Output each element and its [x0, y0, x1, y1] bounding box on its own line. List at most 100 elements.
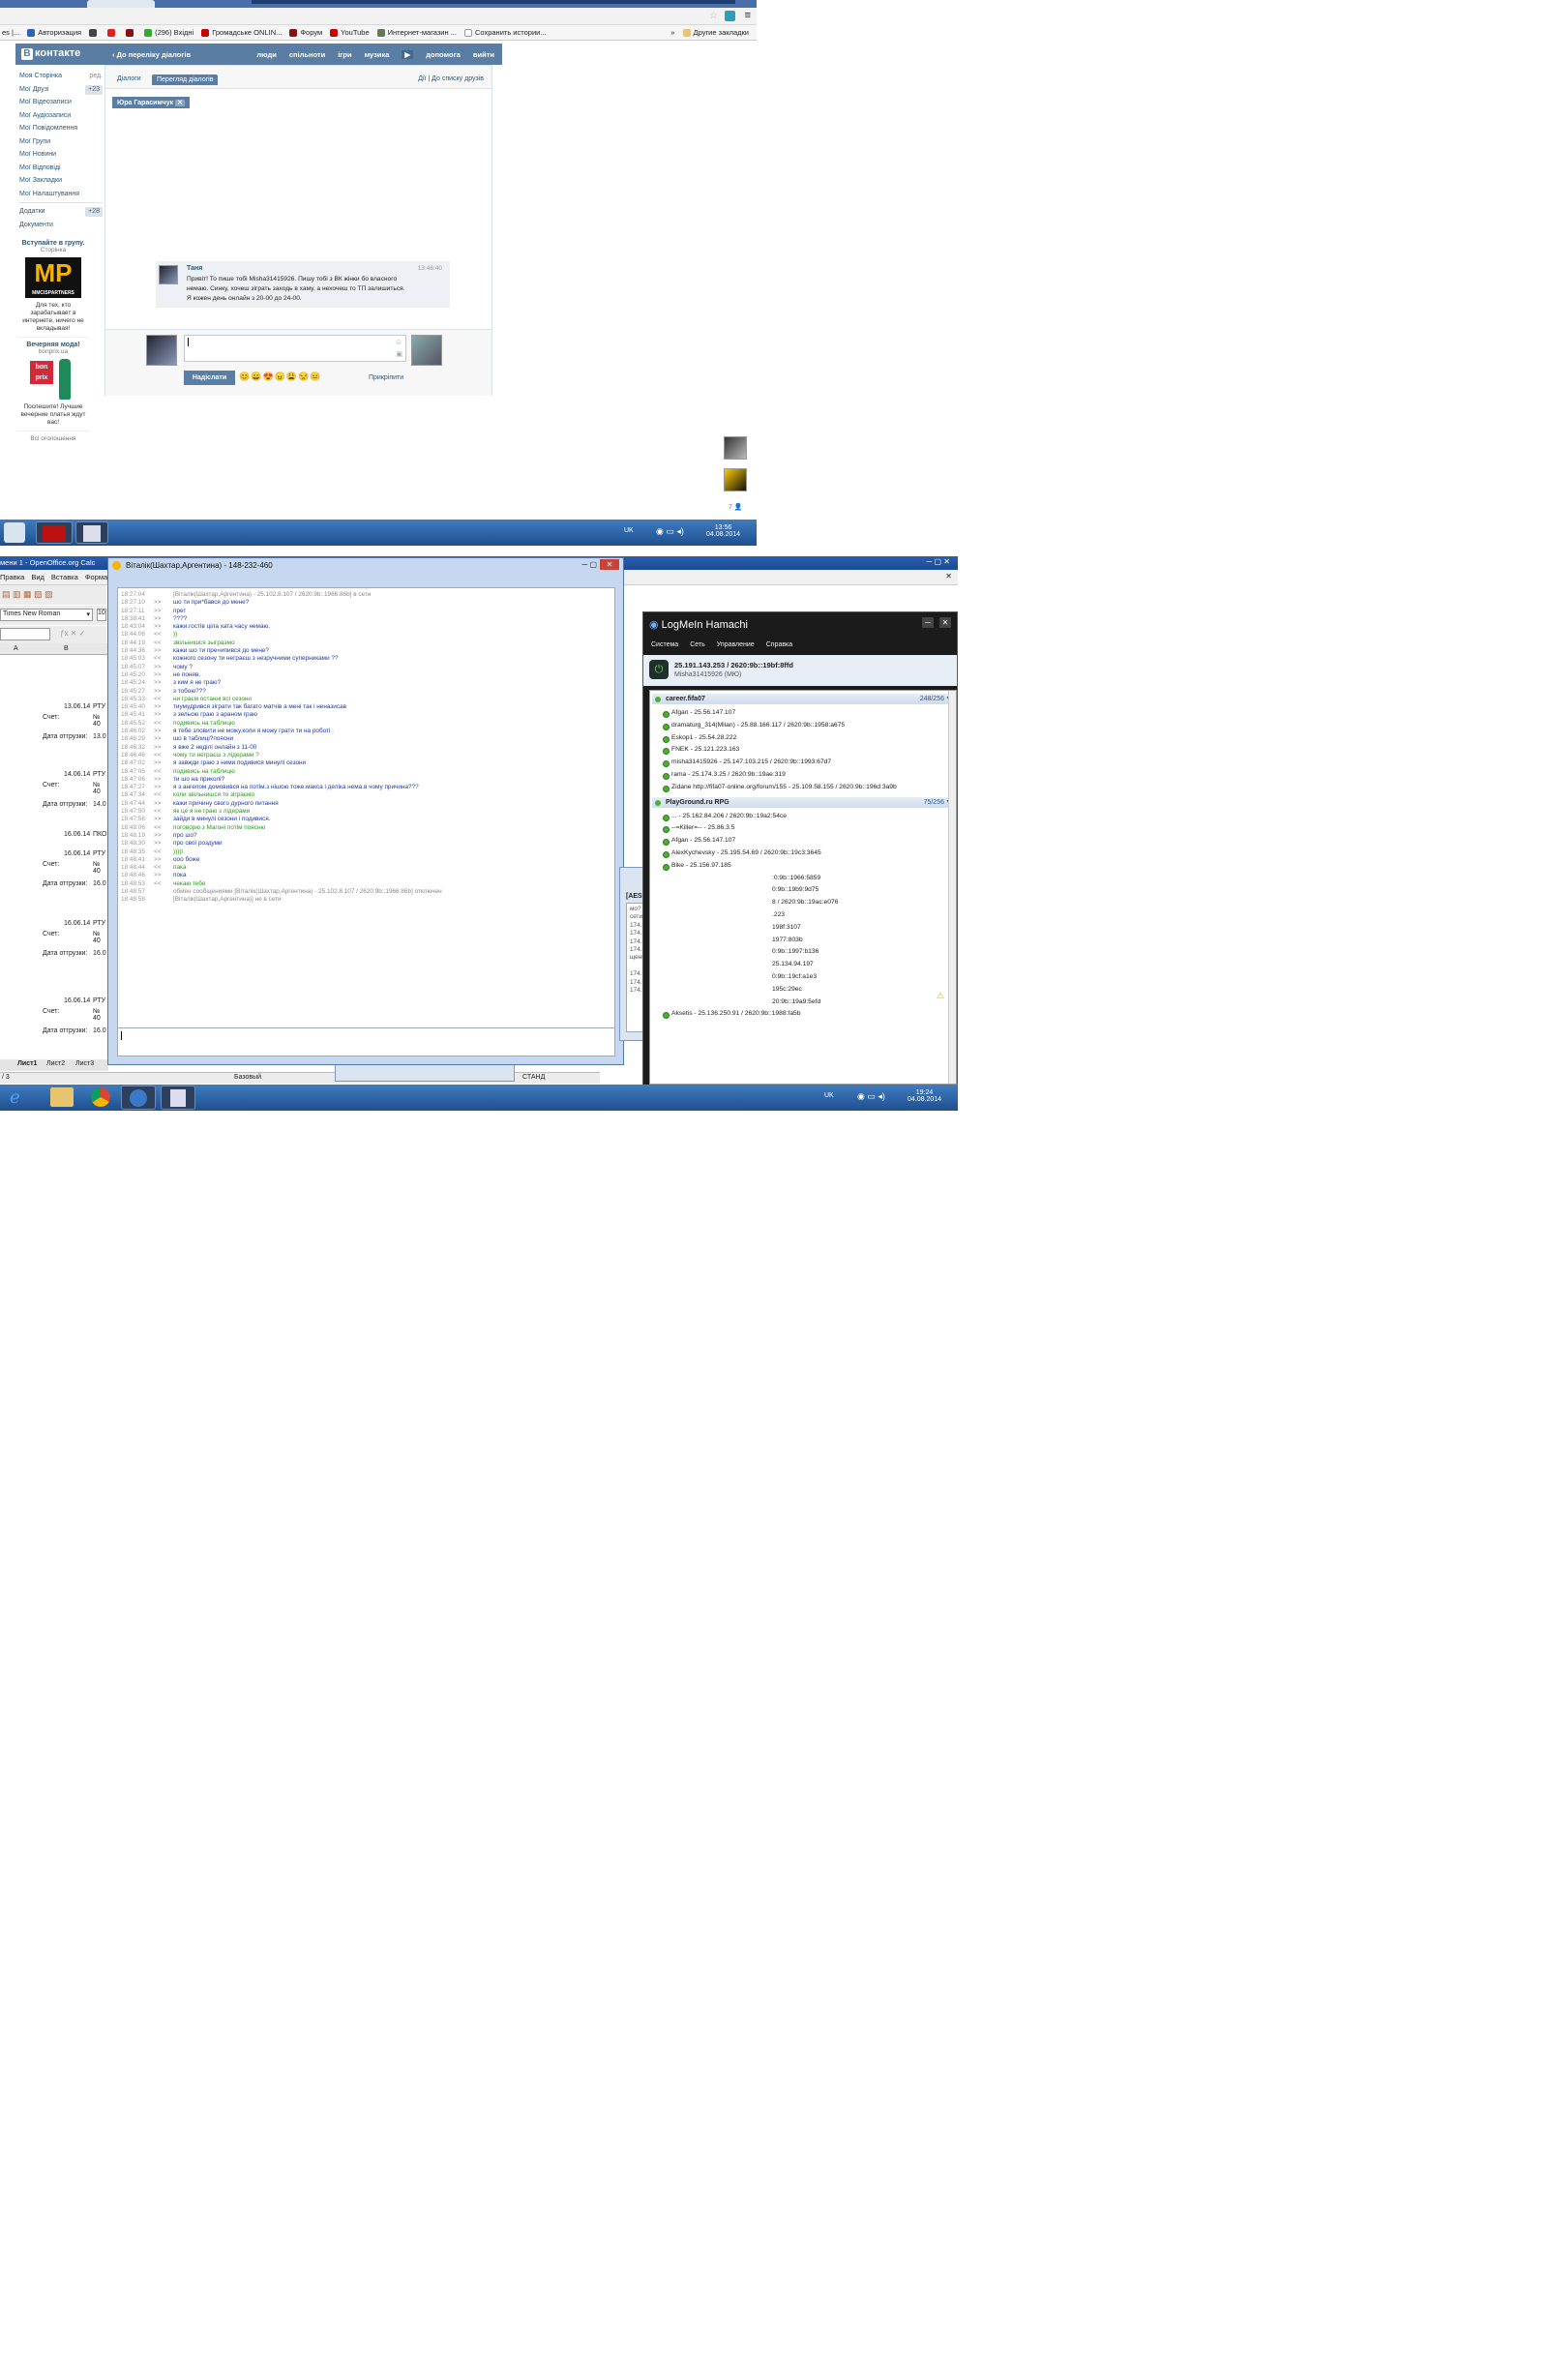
- star-icon[interactable]: ☆: [709, 11, 718, 21]
- sidebar-item-audio[interactable]: Мої Аудіозаписи: [19, 109, 103, 123]
- explorer-icon[interactable]: [50, 1087, 74, 1107]
- clock[interactable]: 19:24 04.08.2014: [908, 1089, 941, 1103]
- scrollbar[interactable]: [948, 691, 956, 1084]
- online-count[interactable]: 7 👤: [729, 503, 743, 511]
- start-icon[interactable]: [4, 522, 25, 543]
- close-button[interactable]: ✕: [600, 559, 619, 570]
- bookmark-5[interactable]: Интернет-магазин ...: [376, 28, 457, 37]
- language-indicator[interactable]: UK: [624, 527, 634, 534]
- peer-item[interactable]: Afgan - 25.56.147.107: [650, 707, 956, 720]
- avatar[interactable]: [159, 265, 178, 284]
- network-group[interactable]: career.fifa07248/256▼: [652, 694, 954, 704]
- bookmark-6[interactable]: Сохранить истории...: [463, 28, 547, 37]
- bookmark-3[interactable]: Форум: [289, 28, 322, 37]
- peer-chip[interactable]: Юра Гарасимчук ✕: [112, 97, 190, 108]
- menu-view[interactable]: Вид: [31, 573, 45, 581]
- menu-system[interactable]: Система: [651, 641, 678, 648]
- warning-icon[interactable]: ⚠: [937, 991, 944, 1001]
- toolbar-icons[interactable]: ▤ ▥ ▦ ▧ ▨: [2, 589, 53, 600]
- extension-icon[interactable]: [725, 11, 735, 21]
- peer-item[interactable]: --=Killer=-- - 25.86.3.5: [650, 822, 956, 835]
- font-select[interactable]: Times New Roman ▾: [0, 609, 93, 621]
- chrome-icon[interactable]: [91, 1087, 110, 1107]
- smile-icon[interactable]: ☺: [395, 338, 402, 346]
- peer-item[interactable]: FNEK - 25.121.223.163: [650, 744, 956, 757]
- font-size-select[interactable]: 10: [97, 609, 106, 621]
- sheet-tab-1[interactable]: Лист1: [17, 1060, 37, 1067]
- taskbar-app-calc[interactable]: [75, 521, 108, 544]
- menu-help[interactable]: Справка: [766, 641, 792, 648]
- online-friend-avatar[interactable]: [724, 468, 747, 491]
- bookmark-1[interactable]: (296) Вхідні: [144, 28, 194, 37]
- sidebar-item-friends[interactable]: Мої Друзі +23: [19, 83, 103, 97]
- network-list[interactable]: career.fifa07248/256▼ Afgan - 25.56.147.1…: [649, 690, 957, 1085]
- my-avatar[interactable]: [146, 335, 177, 366]
- bookmark-0[interactable]: Авторизация: [27, 28, 81, 37]
- actions-link[interactable]: Дії: [418, 75, 426, 82]
- tray-icons[interactable]: ◉ ▭ ◂): [857, 1091, 885, 1102]
- online-friend-avatar[interactable]: [724, 436, 747, 460]
- close-button[interactable]: ✕: [939, 617, 951, 628]
- sidebar-item-news[interactable]: Мої Новини: [19, 148, 103, 162]
- peer-item[interactable]: :0:9b::1966:5859: [772, 873, 956, 885]
- menu-edit[interactable]: Правка: [0, 573, 24, 581]
- name-box[interactable]: [0, 628, 50, 640]
- bookmark-2[interactable]: Громадське ONLIN...: [201, 28, 282, 37]
- bookmark-lastfm[interactable]: [107, 28, 118, 37]
- peer-item[interactable]: ... - 25.162.84.206 / 2620:9b::19a2:54ce: [650, 811, 956, 823]
- message-input[interactable]: ☺ ▣: [184, 335, 406, 362]
- peer-item[interactable]: dramaturg_314(Milan) - 25.88.166.117 / 2…: [650, 720, 956, 732]
- peer-item[interactable]: Bike - 25.156.97.185: [650, 860, 956, 873]
- peer-item[interactable]: 1977:803b: [772, 935, 956, 947]
- peer-item[interactable]: Zidane http://fifa07-online.org/forum/15…: [650, 782, 956, 794]
- nav-music[interactable]: музика: [365, 50, 390, 59]
- emoji-icon[interactable]: 😍: [262, 372, 274, 381]
- peer-item[interactable]: Eskop1 - 25.54.28.222: [650, 732, 956, 745]
- close-icon[interactable]: ✕: [175, 100, 185, 106]
- nav-people[interactable]: люди: [256, 50, 276, 59]
- back-to-dialogs-link[interactable]: ‹ До переліку діалогів: [112, 50, 191, 59]
- clock[interactable]: 13:56 04.08.2014: [706, 524, 740, 538]
- peer-item[interactable]: Aksetis - 25.136.250.91 / 2620:9b::1988:…: [650, 1008, 956, 1021]
- camera-icon[interactable]: ▣: [396, 350, 402, 358]
- ad-title[interactable]: Вечерняя мода!: [17, 342, 89, 348]
- peer-item[interactable]: rama - 25.174.3.25 / 2620:9b::19ae:319: [650, 769, 956, 782]
- emoji-icon[interactable]: 😄: [251, 372, 262, 381]
- emoji-icon[interactable]: 😐: [310, 372, 321, 381]
- emoji-icon[interactable]: 😒: [298, 372, 310, 381]
- peer-item[interactable]: AlexKychevsky - 25.195.54.69 / 2620:9b::…: [650, 848, 956, 860]
- edit-link[interactable]: ред.: [89, 70, 103, 83]
- peer-item[interactable]: 8 / 2620:9b::19ac:e076: [772, 897, 956, 909]
- sidebar-item-apps[interactable]: Додатки +28: [19, 205, 103, 219]
- browser-tab[interactable]: [87, 0, 155, 8]
- window-controls[interactable]: ─ ▢ ✕: [927, 557, 950, 566]
- peer-item[interactable]: 0:9b::1997:b136: [772, 946, 956, 959]
- nav-logout[interactable]: вийти: [473, 50, 494, 59]
- tray-icons[interactable]: ◉ ▭ ◂): [656, 526, 684, 537]
- chat-input[interactable]: [117, 1027, 615, 1056]
- bookmark-apps[interactable]: es |...: [2, 28, 19, 37]
- minimize-button[interactable]: ─: [922, 617, 934, 628]
- sidebar-item-messages[interactable]: Мої Повідомлення: [19, 122, 103, 135]
- attach-link[interactable]: Прикріпити: [369, 374, 403, 381]
- bookmarks-chevron[interactable]: »: [670, 28, 674, 37]
- ie-icon[interactable]: ℯ: [10, 1086, 31, 1108]
- other-bookmarks[interactable]: Другие закладки: [682, 28, 749, 37]
- play-icon[interactable]: ▶: [402, 50, 414, 59]
- emoji-icon[interactable]: 😊: [239, 372, 251, 381]
- emoji-icon[interactable]: 😠: [275, 372, 286, 381]
- nav-games[interactable]: ігри: [338, 50, 351, 59]
- peer-item[interactable]: 0:9b::19b9:9d75: [772, 884, 956, 897]
- ad-mp-logo[interactable]: MP MMCISPARTNERS: [25, 257, 81, 298]
- power-button[interactable]: ⏻: [649, 660, 669, 679]
- vk-logo[interactable]: Вконтакте: [21, 47, 80, 60]
- formula-icons[interactable]: ƒx ✕ ✓: [60, 629, 85, 638]
- nav-help[interactable]: допомога: [426, 50, 461, 59]
- send-button[interactable]: Надіслати: [184, 371, 235, 385]
- ad-title[interactable]: Вступайте в групу.: [17, 240, 89, 247]
- menu-icon[interactable]: ≡: [745, 10, 751, 21]
- taskbar-app-07[interactable]: [36, 521, 73, 544]
- sidebar-item-docs[interactable]: Документи: [19, 219, 103, 232]
- all-ads-link[interactable]: Всі оголошення: [17, 435, 89, 442]
- peer-item[interactable]: .223: [772, 909, 956, 922]
